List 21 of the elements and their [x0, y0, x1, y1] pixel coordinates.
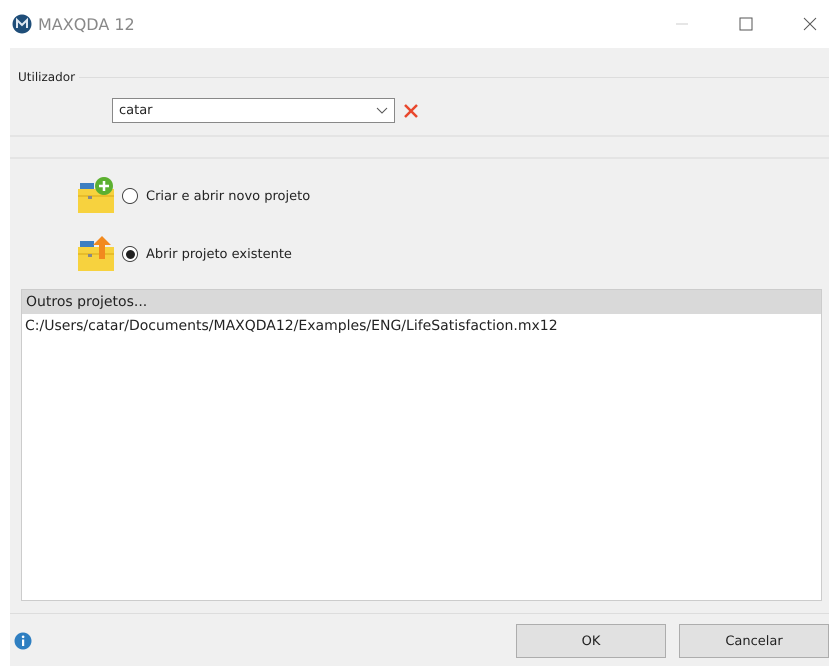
- delete-icon[interactable]: [403, 102, 419, 118]
- user-combo-box[interactable]: catar: [112, 98, 395, 123]
- radio-button[interactable]: Abrir projeto existente: [122, 246, 292, 262]
- window-title: MAXQDA 12: [38, 14, 135, 34]
- list-header: Outros projetos...: [22, 290, 821, 314]
- radio-circle[interactable]: [122, 188, 138, 204]
- open-folder-icon: [78, 235, 116, 273]
- chevron-down-icon: [376, 106, 388, 114]
- close-icon[interactable]: [803, 17, 817, 31]
- option-label: Criar e abrir novo projeto: [146, 188, 310, 204]
- group-label: Utilizador: [18, 70, 76, 84]
- app-logo-icon: [12, 14, 32, 34]
- dialog-button[interactable]: Cancelar: [679, 624, 829, 658]
- maximize-icon[interactable]: [739, 17, 753, 31]
- new-folder-icon: [78, 177, 116, 215]
- radio-button[interactable]: Criar e abrir novo projeto: [122, 188, 310, 204]
- option-label: Abrir projeto existente: [146, 246, 292, 262]
- project-path[interactable]: C:/Users/catar/Documents/MAXQDA12/Examples/ENG/LifeSatisfaction.mx12: [22, 314, 821, 338]
- radio-circle[interactable]: [122, 246, 138, 262]
- dialog-button[interactable]: OK: [516, 624, 666, 658]
- info-icon[interactable]: [14, 632, 32, 650]
